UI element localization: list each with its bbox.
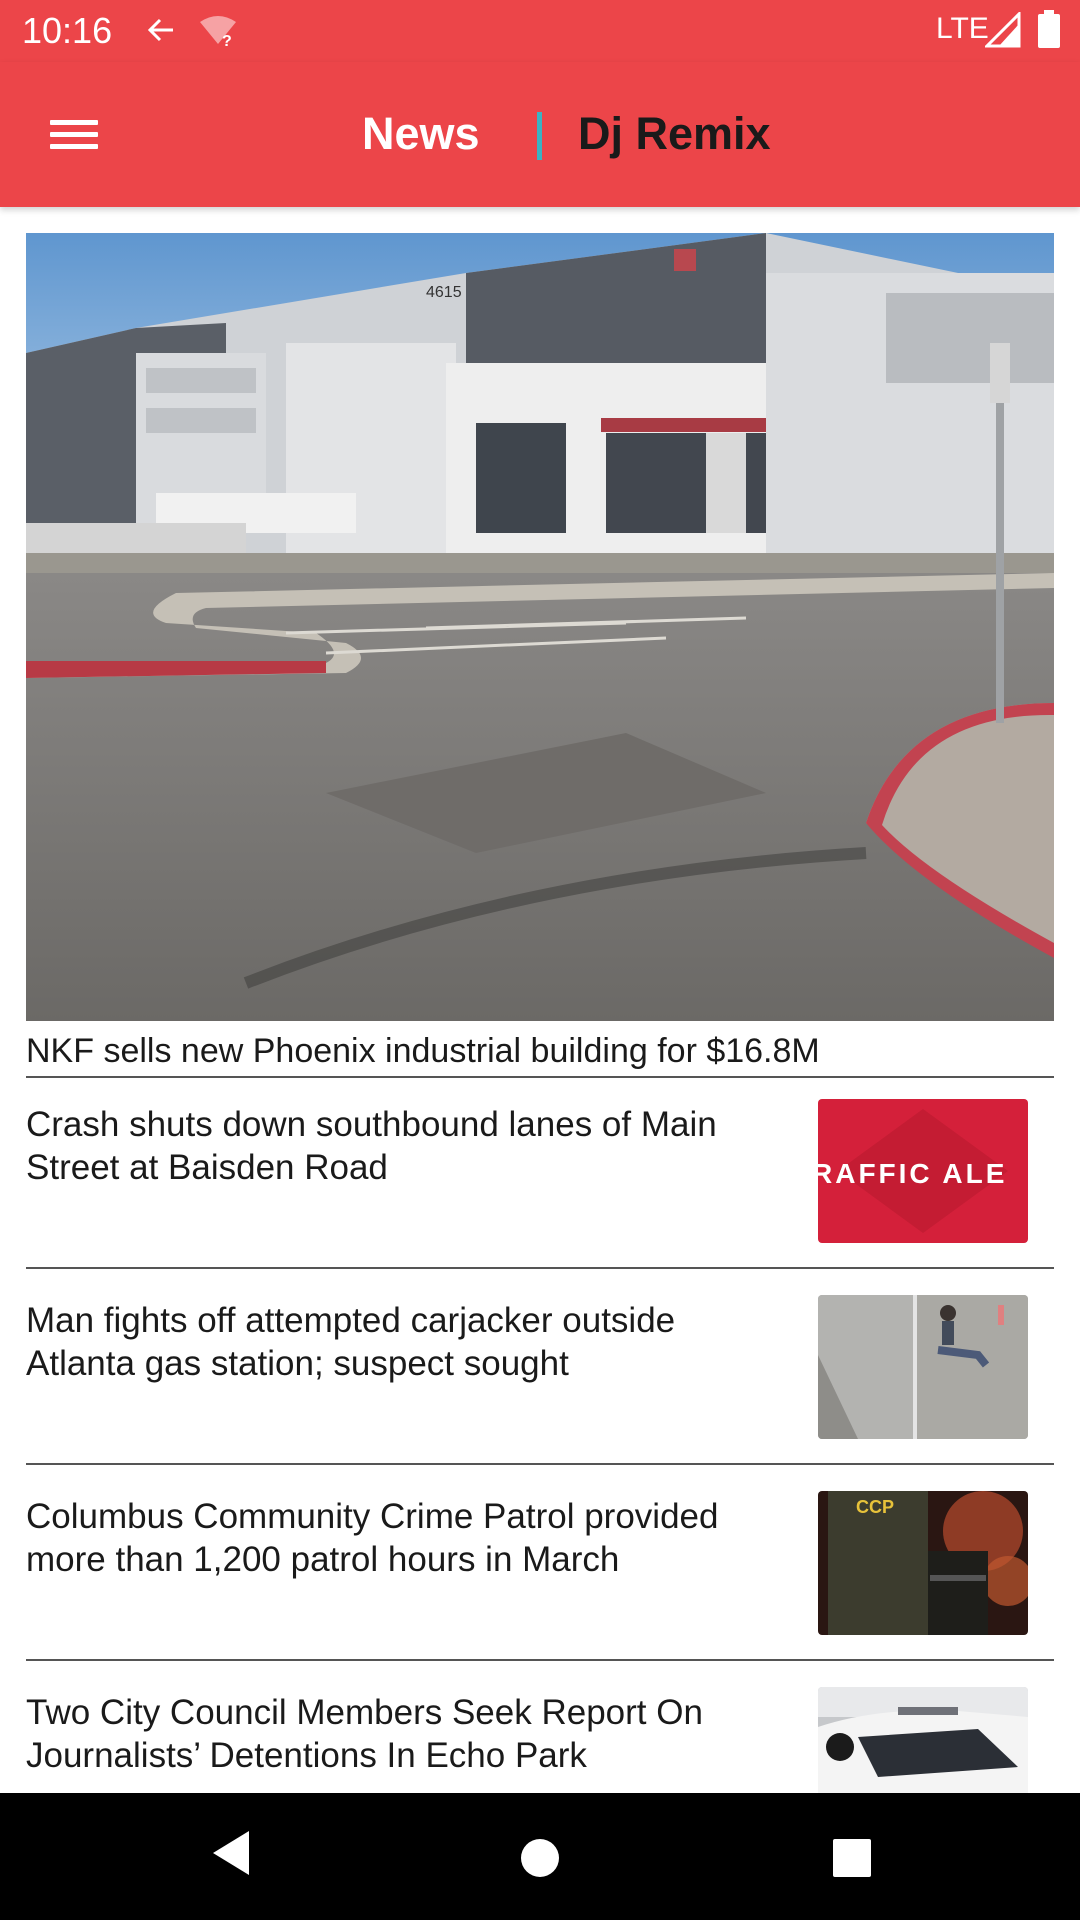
hero-image[interactable]: 4615 [26, 233, 1054, 1021]
tab-dj-remix[interactable]: Dj Remix [578, 108, 771, 160]
police-car-thumbnail[interactable] [818, 1687, 1028, 1793]
svg-text:?: ? [222, 33, 232, 48]
article-title[interactable]: Man fights off attempted carjacker outsi… [26, 1299, 786, 1385]
news-feed[interactable]: 4615 NKF sells new Phoenix industrial bu… [0, 207, 1080, 1793]
article-title[interactable]: Columbus Community Crime Patrol provided… [26, 1495, 786, 1581]
home-circle-icon[interactable] [508, 1826, 572, 1890]
list-item[interactable]: Two City Council Members Seek Report On … [26, 1661, 1054, 1793]
list-item[interactable]: Crash shuts down southbound lanes of Mai… [26, 1073, 1054, 1269]
tab-divider [537, 112, 542, 160]
back-arrow-icon [147, 18, 173, 42]
menu-bar-line [50, 144, 98, 149]
patrol-officers-thumbnail[interactable]: CCP [818, 1491, 1028, 1635]
status-bar: 10:16 ? LTE [0, 0, 1080, 62]
surveillance-footage-thumbnail[interactable] [818, 1295, 1028, 1439]
hero-title[interactable]: NKF sells new Phoenix industrial buildin… [26, 1029, 1054, 1073]
article-title[interactable]: Two City Council Members Seek Report On … [26, 1691, 786, 1777]
recents-square-icon[interactable] [820, 1826, 884, 1890]
wifi-unknown-icon: ? [200, 16, 236, 48]
menu-bar-line [50, 132, 98, 137]
menu-bar-line [50, 120, 98, 125]
back-triangle-icon[interactable] [203, 1823, 263, 1883]
battery-icon [1038, 10, 1060, 48]
list-item[interactable]: Columbus Community Crime Patrol provided… [26, 1465, 1054, 1661]
hero-article[interactable]: 4615 NKF sells new Phoenix industrial bu… [26, 233, 1054, 1078]
app-bar: News Dj Remix [0, 62, 1080, 207]
traffic-alert-thumbnail[interactable]: RAFFIC ALE [818, 1099, 1028, 1243]
hamburger-menu-icon[interactable] [38, 110, 110, 160]
system-nav-bar [0, 1793, 1080, 1920]
article-list: Crash shuts down southbound lanes of Mai… [26, 1073, 1054, 1793]
thumb-text: CCP [856, 1497, 894, 1517]
tab-news[interactable]: News [362, 108, 480, 160]
network-label: LTE [936, 12, 989, 45]
building-number: 4615 [426, 284, 462, 301]
thumb-text: RAFFIC ALE [818, 1158, 1007, 1189]
status-time: 10:16 [22, 10, 113, 51]
article-title[interactable]: Crash shuts down southbound lanes of Mai… [26, 1103, 786, 1189]
list-item[interactable]: Man fights off attempted carjacker outsi… [26, 1269, 1054, 1465]
signal-icon [985, 12, 1021, 48]
